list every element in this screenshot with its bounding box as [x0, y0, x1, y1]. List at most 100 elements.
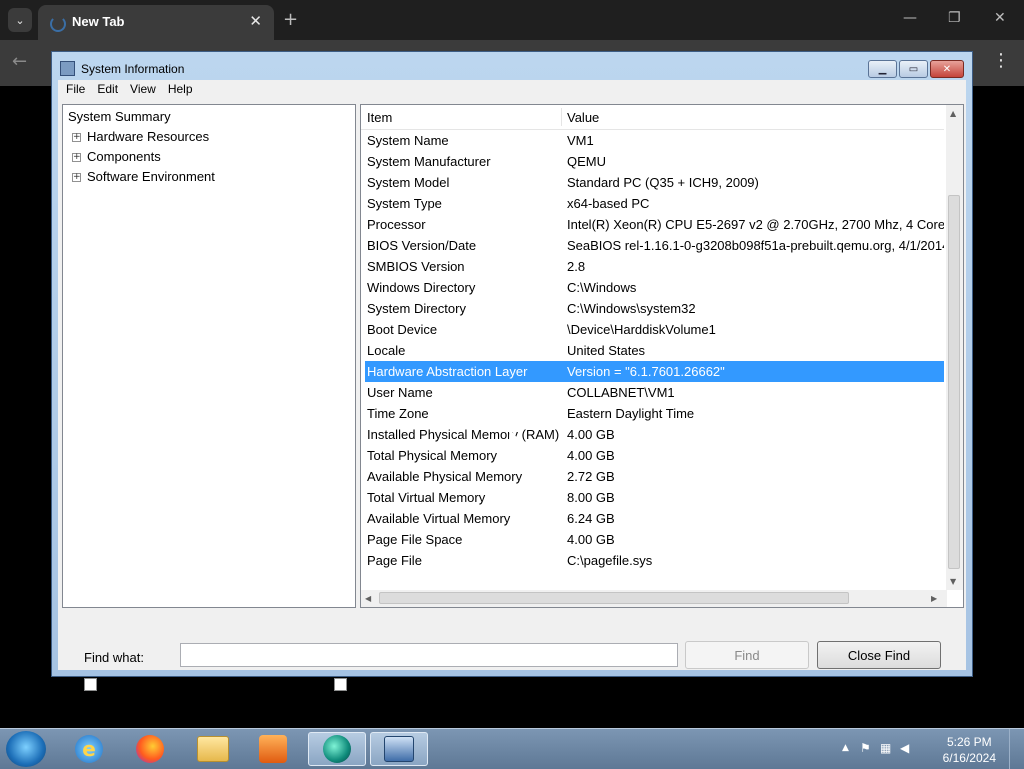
browser-restore-button[interactable]: ❐ [948, 10, 961, 26]
search-category-names-checkbox[interactable]: Search category names only [334, 677, 516, 692]
row-item-cell: Processor [367, 217, 426, 232]
table-row[interactable]: Time Zone Eastern Daylight Time [365, 403, 944, 424]
horizontal-scrollbar[interactable]: ◀ ▶ [361, 590, 947, 607]
system-info-taskbar-icon[interactable] [370, 732, 428, 766]
checkbox-box[interactable] [334, 678, 347, 691]
row-value-cell: 4.00 GB [567, 532, 615, 547]
scroll-down-icon[interactable]: ▼ [950, 577, 956, 586]
action-center-flag-icon[interactable]: ⚑ [860, 741, 871, 755]
table-row[interactable]: Locale United States [365, 340, 944, 361]
table-row[interactable]: User Name COLLABNET\VM1 [365, 382, 944, 403]
window-title-bar[interactable]: System Information [60, 61, 184, 76]
table-row[interactable]: Available Virtual Memory 6.24 GB [365, 508, 944, 529]
vertical-scrollbar[interactable]: ▲ ▼ [946, 105, 963, 590]
clock[interactable]: 5:26 PM 6/16/2024 [943, 734, 996, 766]
table-row[interactable]: Total Virtual Memory 8.00 GB [365, 487, 944, 508]
table-row[interactable]: System Model Standard PC (Q35 + ICH9, 200… [365, 172, 944, 193]
row-item-cell: Hardware Abstraction Layer [367, 364, 528, 379]
browser-menu-button[interactable]: ⋮ [992, 50, 1010, 71]
window-title: System Information [81, 61, 185, 76]
row-item-cell: Available Physical Memory [367, 469, 523, 484]
scroll-up-icon[interactable]: ▲ [950, 109, 956, 118]
table-row[interactable]: Page File C:\pagefile.sys [365, 550, 944, 571]
close-find-button[interactable]: Close Find [817, 641, 941, 669]
column-header-value[interactable]: Value [567, 110, 599, 125]
internet-explorer-icon[interactable]: e [62, 732, 116, 766]
row-value-cell: Intel(R) Xeon(R) CPU E5-2697 v2 @ 2.70GH… [567, 217, 944, 232]
row-item-cell: Page File [367, 553, 422, 568]
minimize-button[interactable]: ▁ [868, 60, 897, 78]
table-row[interactable]: System Manufacturer QEMU [365, 151, 944, 172]
row-value-cell: VM1 [567, 133, 594, 148]
find-what-input[interactable] [180, 643, 678, 667]
table-row[interactable]: System Type x64-based PC [365, 193, 944, 214]
menu-file[interactable]: File [60, 80, 91, 100]
close-button[interactable]: ✕ [930, 60, 964, 78]
firefox-icon[interactable] [123, 732, 177, 766]
table-row[interactable]: Windows Directory C:\Windows [365, 277, 944, 298]
row-item-cell: Available Virtual Memory [367, 511, 511, 526]
table-row[interactable]: Page File Space 4.00 GB [365, 529, 944, 550]
tree-item-hardware-resources[interactable]: Hardware Resources [87, 129, 209, 144]
vertical-scroll-thumb[interactable] [948, 195, 960, 569]
column-header-item[interactable]: Item [367, 110, 392, 125]
app-icon[interactable] [308, 732, 366, 766]
tree-item-components[interactable]: Components [87, 149, 161, 164]
row-item-cell: SMBIOS Version [367, 259, 465, 274]
network-icon[interactable]: ▦ [880, 741, 891, 755]
category-tree[interactable]: System Summary + Hardware Resources + Co… [62, 104, 356, 608]
row-value-cell: C:\Windows [567, 280, 637, 295]
show-hidden-icons[interactable]: ▲ [842, 743, 849, 753]
row-value-cell: QEMU [567, 154, 606, 169]
volume-icon[interactable]: ◀ [900, 741, 909, 755]
table-row[interactable]: Hardware Abstraction Layer Version = "6.1… [365, 361, 944, 382]
table-row[interactable]: System Name VM1 [365, 130, 944, 151]
browser-close-button[interactable]: ✕ [994, 10, 1006, 26]
tab-list-button[interactable]: ⌄ [8, 8, 32, 32]
expand-icon[interactable]: + [72, 133, 81, 142]
details-list[interactable]: Item Value System Name VM1 System Manufact… [360, 104, 964, 608]
checkbox-label: Search selected category only [101, 677, 276, 692]
back-button[interactable]: ← [12, 51, 27, 72]
table-row[interactable]: System Directory C:\Windows\system32 [365, 298, 944, 319]
expand-icon[interactable]: + [72, 153, 81, 162]
expand-icon[interactable]: + [72, 173, 81, 182]
table-row[interactable]: Boot Device \Device\HarddiskVolume1 [365, 319, 944, 340]
column-separator[interactable] [561, 108, 562, 126]
checkbox-box[interactable] [84, 678, 97, 691]
find-what-label: Find what: [84, 650, 144, 665]
table-row[interactable]: SMBIOS Version 2.8 [365, 256, 944, 277]
menu-help[interactable]: Help [162, 80, 199, 100]
table-row[interactable]: BIOS Version/Date SeaBIOS rel-1.16.1-0-g3… [365, 235, 944, 256]
table-row[interactable]: Installed Physical Memory (RAM) 4.00 GB [365, 424, 944, 445]
browser-minimize-button[interactable]: — [903, 10, 917, 26]
table-row[interactable]: Available Physical Memory 2.72 GB [365, 466, 944, 487]
show-desktop-button[interactable] [1009, 729, 1024, 769]
row-item-cell: Total Virtual Memory [367, 490, 486, 505]
tab-title: New Tab [72, 14, 125, 29]
row-item-cell: Total Physical Memory [367, 448, 498, 463]
search-selected-category-checkbox[interactable]: Search selected category only [84, 677, 275, 692]
row-value-cell: 8.00 GB [567, 490, 615, 505]
tab-close-icon[interactable]: ✕ [249, 12, 262, 30]
menu-view[interactable]: View [124, 80, 162, 100]
find-button[interactable]: Find [685, 641, 809, 669]
row-value-cell: SeaBIOS rel-1.16.1-0-g3208b098f51a-prebu… [567, 238, 944, 253]
scroll-left-icon[interactable]: ◀ [365, 594, 371, 603]
table-row[interactable]: Total Physical Memory 4.00 GB [365, 445, 944, 466]
new-tab-button[interactable]: + [283, 9, 298, 30]
row-value-cell: 2.8 [567, 259, 586, 274]
windows-start-icon[interactable] [6, 731, 46, 767]
row-item-cell: Windows Directory [367, 280, 476, 295]
table-row[interactable]: Processor Intel(R) Xeon(R) CPU E5-2697 v2… [365, 214, 944, 235]
tree-item-system-summary[interactable]: System Summary [68, 109, 171, 124]
browser-tab[interactable]: New Tab ✕ [38, 5, 274, 40]
row-value-cell: C:\pagefile.sys [567, 553, 653, 568]
menu-edit[interactable]: Edit [91, 80, 124, 100]
maximize-button[interactable]: ▭ [899, 60, 928, 78]
scroll-right-icon[interactable]: ▶ [931, 594, 937, 603]
tree-item-software-environment[interactable]: Software Environment [87, 169, 215, 184]
file-explorer-icon[interactable] [186, 732, 240, 766]
horizontal-scroll-thumb[interactable] [379, 592, 849, 604]
media-player-icon[interactable] [246, 732, 300, 766]
